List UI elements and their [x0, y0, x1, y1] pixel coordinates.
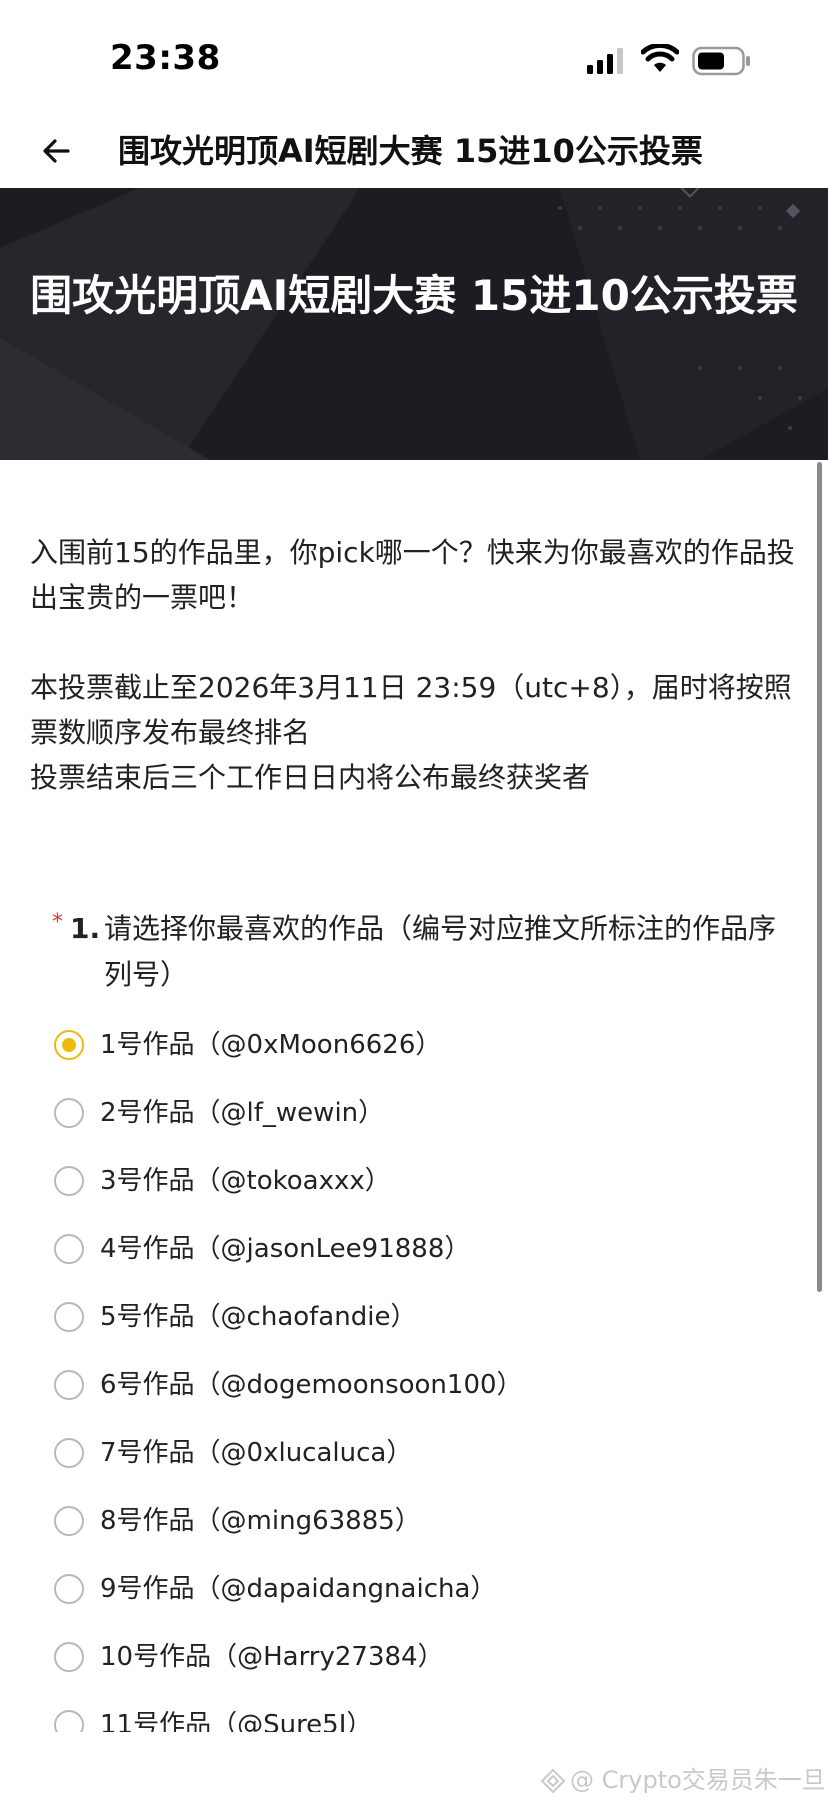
option-4[interactable]: 4号作品（@jasonLee91888） — [54, 1224, 774, 1274]
option-label: 10号作品（@Harry27384） — [100, 1642, 444, 1672]
radio-unchecked-icon[interactable] — [54, 1370, 84, 1400]
arrow-left-icon[interactable] — [38, 132, 76, 170]
option-11[interactable]: 11号作品（@Sure5J） — [54, 1700, 774, 1732]
radio-unchecked-icon[interactable] — [54, 1098, 84, 1128]
option-1[interactable]: 1号作品（@0xMoon6626） — [54, 1020, 774, 1070]
description-announcement: 投票结束后三个工作日日内将公布最终获奖者 — [30, 761, 591, 794]
scrollbar[interactable] — [817, 462, 822, 1292]
description-intro: 入围前15的作品里，你pick哪一个？快来为你最喜欢的作品投出宝贵的一票吧！ — [30, 536, 795, 614]
watermark: @ Crypto交易员朱一旦 — [540, 1760, 826, 1795]
radio-unchecked-icon[interactable] — [54, 1234, 84, 1264]
radio-unchecked-icon[interactable] — [54, 1438, 84, 1468]
radio-unchecked-icon[interactable] — [54, 1574, 84, 1604]
option-5[interactable]: 5号作品（@chaofandie） — [54, 1292, 774, 1342]
question-number: 1. — [70, 912, 101, 945]
radio-checked-icon[interactable] — [54, 1030, 84, 1060]
radio-unchecked-icon[interactable] — [54, 1166, 84, 1196]
radio-unchecked-icon[interactable] — [54, 1302, 84, 1332]
option-label: 7号作品（@0xlucaluca） — [100, 1438, 413, 1468]
option-9[interactable]: 9号作品（@dapaidangnaicha） — [54, 1564, 774, 1614]
radio-unchecked-icon[interactable] — [54, 1642, 84, 1672]
option-8[interactable]: 8号作品（@ming63885） — [54, 1496, 774, 1546]
watermark-logo-icon — [540, 1768, 566, 1794]
survey-description: 入围前15的作品里，你pick哪一个？快来为你最喜欢的作品投出宝贵的一票吧！ 本… — [30, 530, 800, 800]
option-label: 4号作品（@jasonLee91888） — [100, 1234, 471, 1264]
question-text: 请选择你最喜欢的作品（编号对应推文所标注的作品序列号） — [104, 912, 777, 991]
option-label: 8号作品（@ming63885） — [100, 1506, 421, 1536]
radio-unchecked-icon[interactable] — [54, 1710, 84, 1732]
option-6[interactable]: 6号作品（@dogemoonsoon100） — [54, 1360, 774, 1410]
description-deadline: 本投票截止至2026年3月11日 23:59（utc+8），届时将按照票数顺序发… — [30, 671, 792, 749]
required-mark: * — [52, 910, 63, 935]
cellular-signal-icon — [587, 48, 623, 74]
status-time: 23:38 — [110, 38, 221, 78]
option-label: 1号作品（@0xMoon6626） — [100, 1030, 442, 1060]
status-bar: 23:38 — [0, 0, 828, 118]
option-label: 11号作品（@Sure5J） — [100, 1710, 373, 1732]
option-3[interactable]: 3号作品（@tokoaxxx） — [54, 1156, 774, 1206]
banner-title: 围攻光明顶AI短剧大赛 15进10公示投票 — [30, 271, 798, 320]
option-label: 2号作品（@lf_wewin） — [100, 1098, 385, 1128]
option-label: 5号作品（@chaofandie） — [100, 1302, 417, 1332]
option-label: 9号作品（@dapaidangnaicha） — [100, 1574, 497, 1604]
option-7[interactable]: 7号作品（@0xlucaluca） — [54, 1428, 774, 1478]
nav-title: 围攻光明顶AI短剧大赛 15进10公示投票 — [118, 132, 703, 170]
radio-unchecked-icon[interactable] — [54, 1506, 84, 1536]
option-2[interactable]: 2号作品（@lf_wewin） — [54, 1088, 774, 1138]
option-list: 1号作品（@0xMoon6626） 2号作品（@lf_wewin） 3号作品（@… — [0, 1020, 828, 1732]
option-10[interactable]: 10号作品（@Harry27384） — [54, 1632, 774, 1682]
nav-bar: 围攻光明顶AI短剧大赛 15进10公示投票 — [0, 118, 828, 188]
header-banner: 围攻光明顶AI短剧大赛 15进10公示投票 — [0, 188, 828, 460]
battery-icon — [692, 46, 750, 76]
option-label: 3号作品（@tokoaxxx） — [100, 1166, 391, 1196]
option-label: 6号作品（@dogemoonsoon100） — [100, 1370, 523, 1400]
watermark-text: @ Crypto交易员朱一旦 — [570, 1766, 826, 1794]
wifi-icon — [641, 44, 679, 72]
